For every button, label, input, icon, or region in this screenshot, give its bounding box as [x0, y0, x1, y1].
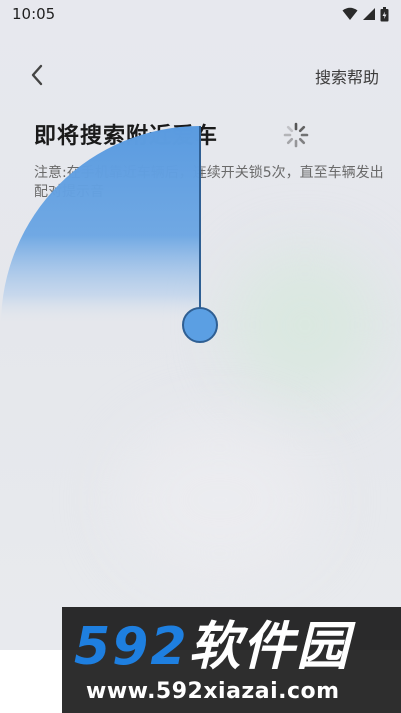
loading-spinner-icon [283, 122, 309, 148]
watermark-url: www.592xiazai.com [86, 679, 340, 704]
background-glow [120, 420, 320, 580]
status-icons [342, 6, 389, 22]
chevron-left-icon [31, 64, 43, 86]
search-help-link[interactable]: 搜索帮助 [315, 64, 379, 88]
hint-text: 注意:在手机靠近车辆后，连续开关锁5次，直至车辆发出配对提示音 [34, 165, 384, 200]
radar-sweep-sector [1, 126, 200, 325]
battery-icon [380, 6, 389, 21]
background-glow [230, 250, 380, 400]
back-button[interactable] [22, 60, 52, 90]
watermark-logo-text: 软件园 [188, 617, 351, 677]
watermark-logo-number: 592 [74, 617, 189, 677]
wifi-icon [342, 7, 358, 20]
page-title: 即将搜索附近爱车 [34, 124, 219, 149]
screen: 10:05 搜索帮助 即将搜索附近爱车 注意:在手机靠近车辆后，连续开关锁5次，… [0, 0, 401, 713]
signal-icon [363, 8, 375, 20]
status-bar: 10:05 [0, 0, 401, 28]
radar-center-dot [182, 307, 218, 343]
status-time: 10:05 [12, 5, 56, 23]
watermark: 592软件园 www.592xiazai.com [62, 607, 401, 713]
watermark-logo: 592软件园 [74, 617, 351, 677]
